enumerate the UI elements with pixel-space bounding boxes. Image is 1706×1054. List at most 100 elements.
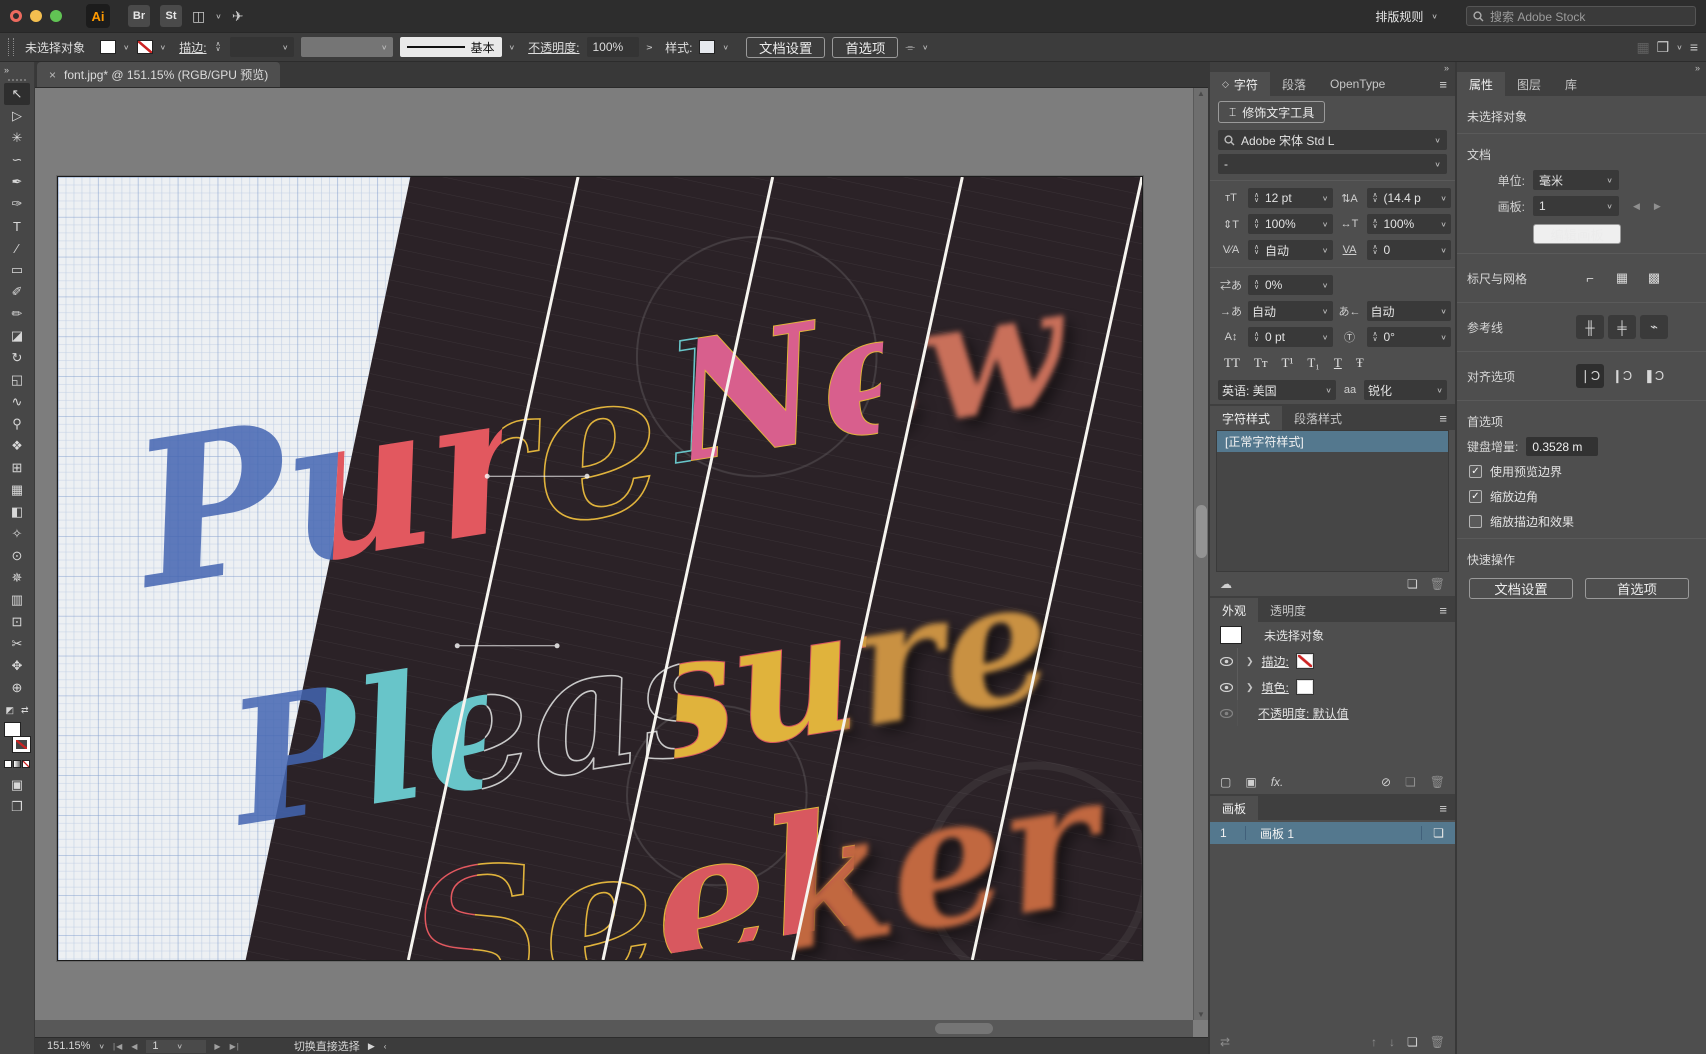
- visibility-eye-icon[interactable]: [1216, 648, 1238, 674]
- fill-stroke-control[interactable]: [4, 722, 30, 752]
- scroll-up-icon[interactable]: ▲: [1194, 89, 1208, 98]
- chevron-down-icon[interactable]: ∨: [1434, 136, 1441, 145]
- grid-view-icon[interactable]: ▦: [1636, 39, 1649, 56]
- new-stroke-icon[interactable]: ▢: [1220, 775, 1231, 789]
- opacity-field[interactable]: 100%: [587, 37, 639, 57]
- chevron-down-icon[interactable]: ∨: [160, 43, 167, 52]
- cloud-sync-icon[interactable]: ☁: [1220, 577, 1232, 591]
- visibility-eye-icon[interactable]: [1216, 674, 1238, 700]
- artboard-navigation-field[interactable]: 1∨: [146, 1040, 206, 1053]
- kerning-field[interactable]: ∧∨自动∨: [1248, 240, 1333, 260]
- quick-document-setup-button[interactable]: 文档设置: [1469, 578, 1573, 599]
- menu-icon[interactable]: ≡: [1690, 39, 1698, 55]
- delete-artboard-icon[interactable]: 🗑: [1430, 1035, 1445, 1049]
- panel-menu-icon[interactable]: ≡: [1439, 801, 1447, 816]
- drag-grip[interactable]: [8, 38, 14, 56]
- delete-style-icon[interactable]: 🗑: [1430, 577, 1445, 591]
- preference-checkbox-row[interactable]: 使用预览边界: [1457, 459, 1706, 484]
- format-small-caps[interactable]: Tᴛ: [1254, 355, 1268, 371]
- brush-definition-dropdown[interactable]: 基本: [400, 37, 502, 57]
- tool-rectangle[interactable]: ▭: [4, 259, 30, 281]
- smart-guides-icon[interactable]: ⌁: [1640, 315, 1668, 339]
- stroke-row-swatch[interactable]: [1297, 654, 1313, 668]
- font-family-field[interactable]: Adobe 宋体 Std L ∨: [1218, 130, 1447, 150]
- tab-opentype[interactable]: OpenType: [1318, 72, 1397, 96]
- first-artboard-icon[interactable]: |◀: [113, 1042, 123, 1051]
- aki-left-field[interactable]: 自动∨: [1248, 301, 1333, 321]
- minimize-window-button[interactable]: [30, 10, 42, 22]
- tool-lasso[interactable]: ∽: [4, 149, 30, 171]
- anti-alias-dropdown[interactable]: 锐化∨: [1364, 380, 1447, 400]
- visibility-eye-icon-dim[interactable]: [1216, 700, 1238, 726]
- tool-direct-selection[interactable]: ▷: [4, 105, 30, 127]
- chevron-down-icon[interactable]: ∨: [509, 43, 516, 52]
- tab-appearance[interactable]: 外观: [1210, 598, 1258, 622]
- language-dropdown[interactable]: 英语: 美国∨: [1218, 380, 1336, 400]
- tool-symbol-sprayer[interactable]: ✵: [4, 567, 30, 589]
- draw-mode-icon[interactable]: ▣: [4, 774, 30, 796]
- tool-puppet-warp[interactable]: ⚲: [4, 413, 30, 435]
- tab-transparency[interactable]: 透明度: [1258, 598, 1318, 622]
- tab-libraries[interactable]: 库: [1553, 72, 1589, 96]
- aki-right-field[interactable]: 自动∨: [1367, 301, 1452, 321]
- zoom-level[interactable]: 151.15%: [47, 1040, 90, 1052]
- opacity-label[interactable]: 不透明度:: [528, 39, 579, 56]
- tool-gradient[interactable]: ◧: [4, 501, 30, 523]
- tab-character[interactable]: ◇ 字符: [1210, 72, 1270, 96]
- preference-checkbox-row[interactable]: 缩放边角: [1457, 484, 1706, 509]
- touch-type-tool-button[interactable]: ⌶ 修饰文字工具: [1218, 101, 1325, 123]
- toolbar-collapse-icon[interactable]: »: [0, 62, 34, 75]
- edit-artboards-button[interactable]: 编辑画板: [1533, 224, 1621, 244]
- tool-magic-wand[interactable]: ✳: [4, 127, 30, 149]
- clear-appearance-icon[interactable]: ⊘: [1381, 775, 1391, 789]
- tool-zoom[interactable]: ⊕: [4, 677, 30, 699]
- close-window-button[interactable]: [10, 10, 22, 22]
- new-artboard-icon[interactable]: ❏: [1407, 1035, 1418, 1049]
- tool-slice[interactable]: ✂: [4, 633, 30, 655]
- tool-shaper[interactable]: ✏: [4, 303, 30, 325]
- vertical-scrollbar-thumb[interactable]: [1196, 505, 1207, 558]
- document-setup-button[interactable]: 文档设置: [746, 37, 825, 58]
- graphic-style-swatch[interactable]: [699, 40, 715, 54]
- pixel-grid-icon[interactable]: ▩: [1640, 266, 1668, 290]
- lock-guides-icon[interactable]: ╪: [1608, 315, 1636, 339]
- tool-eyedropper[interactable]: ✧: [4, 523, 30, 545]
- guides-icon[interactable]: ╫: [1576, 315, 1604, 339]
- vertical-scrollbar[interactable]: ▲ ▼: [1193, 88, 1208, 1020]
- stroke-color-swatch[interactable]: [137, 40, 153, 54]
- stock-icon[interactable]: St: [160, 5, 182, 27]
- tab-character-styles[interactable]: 字符样式: [1210, 406, 1282, 430]
- format-strikethrough[interactable]: Ŧ: [1356, 355, 1364, 371]
- artboard-dropdown[interactable]: 1∨: [1533, 196, 1619, 216]
- tab-layers[interactable]: 图层: [1505, 72, 1553, 96]
- checkbox-icon[interactable]: [1469, 465, 1482, 478]
- baseline-shift-field[interactable]: ∧∨0 pt∨: [1248, 327, 1333, 347]
- expand-row-icon[interactable]: ❯: [1246, 682, 1254, 693]
- new-fill-icon[interactable]: ▣: [1245, 775, 1256, 789]
- tool-selection[interactable]: ↖: [4, 83, 30, 105]
- scroll-down-icon[interactable]: ▼: [1194, 1010, 1208, 1019]
- format-all-caps[interactable]: TT: [1224, 355, 1240, 371]
- tool-eraser[interactable]: ◪: [4, 325, 30, 347]
- rulers-icon[interactable]: ⌐: [1576, 266, 1604, 290]
- expand-row-icon[interactable]: ❯: [1246, 656, 1254, 667]
- zoom-window-button[interactable]: [50, 10, 62, 22]
- horizontal-scrollbar[interactable]: [35, 1020, 1193, 1037]
- character-rotation-field[interactable]: ∧∨0°∨: [1367, 327, 1452, 347]
- font-style-field[interactable]: - ∨: [1218, 154, 1447, 174]
- panel-menu-icon[interactable]: ≡: [1439, 603, 1447, 618]
- quick-preferences-button[interactable]: 首选项: [1585, 578, 1689, 599]
- stroke-weight-label[interactable]: 描边:: [179, 39, 206, 56]
- gradient-mode-icon[interactable]: [13, 760, 21, 768]
- panel-menu-icon[interactable]: ≡: [1439, 411, 1447, 426]
- unit-dropdown[interactable]: 毫米∨: [1533, 170, 1619, 190]
- tool-column-graph[interactable]: ▥: [4, 589, 30, 611]
- tool-pen[interactable]: ✒: [4, 171, 30, 193]
- move-up-icon[interactable]: ↑: [1371, 1035, 1377, 1049]
- none-mode-icon[interactable]: [22, 760, 30, 768]
- tool-blend[interactable]: ⊙: [4, 545, 30, 567]
- next-artboard-icon[interactable]: ▶: [1654, 201, 1661, 212]
- gpu-rocket-icon[interactable]: ✈: [232, 8, 244, 25]
- format-superscript[interactable]: T¹: [1282, 355, 1294, 371]
- close-tab-icon[interactable]: ×: [49, 68, 56, 82]
